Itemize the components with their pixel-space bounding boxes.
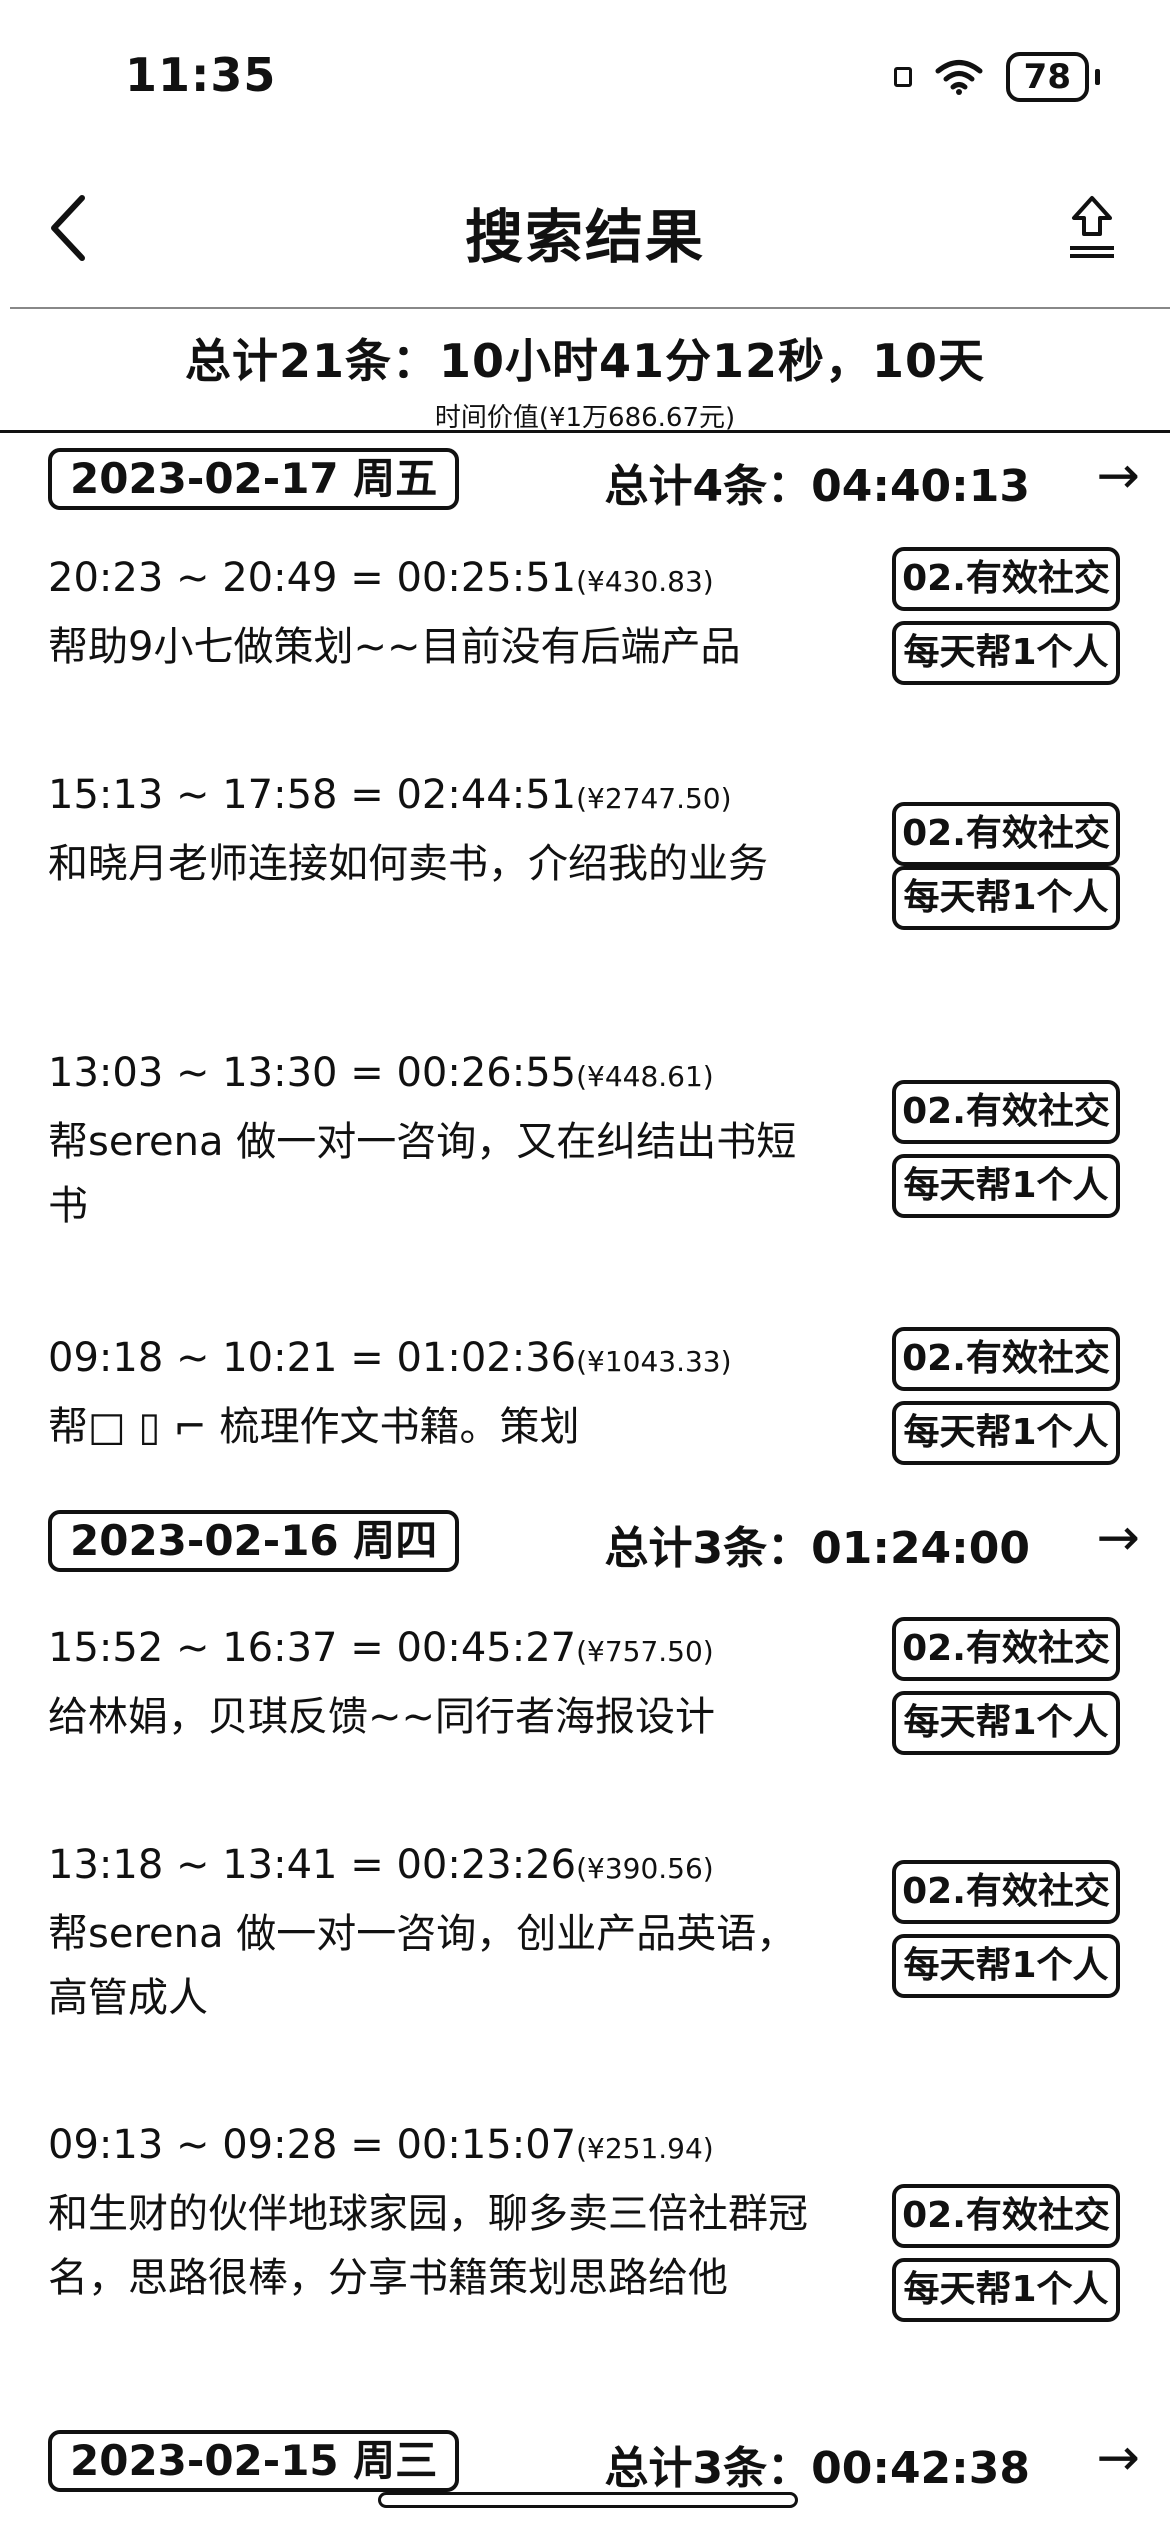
date-total: 总计3条：01:24:00 <box>604 1523 1031 1574</box>
cellular-icon <box>893 67 912 87</box>
list-item[interactable]: 09:18 ~ 10:21 = 01:02:36(¥1043.33) 帮□ ▯ … <box>0 1327 1170 1485</box>
entry-time: 13:03 ~ 13:30 = 00:26:55(¥448.61) <box>48 1050 714 1096</box>
goal-tag[interactable]: 每天帮1个人 <box>892 866 1120 930</box>
summary-value: 时间价值(¥1万686.67元) <box>434 403 736 433</box>
entry-duration: 09:13 ~ 09:28 = 00:15:07 <box>48 2122 577 2168</box>
entry-time: 13:18 ~ 13:41 = 00:23:26(¥390.56) <box>48 1842 714 1888</box>
entry-description: 给林娟，贝琪反馈~~同行者海报设计 <box>48 1694 716 1740</box>
nav-bar: 搜索结果 <box>0 170 1170 290</box>
entry-cost: (¥2747.50) <box>576 782 732 815</box>
entry-time: 20:23 ~ 20:49 = 00:25:51(¥430.83) <box>48 555 714 601</box>
date-total: 总计3条：00:42:38 <box>604 2443 1031 2494</box>
entry-cost: (¥1043.33) <box>576 1345 732 1378</box>
category-tag[interactable]: 02.有效社交 <box>892 1617 1120 1681</box>
entry-cost: (¥430.83) <box>576 565 714 598</box>
arrow-right-icon[interactable]: → <box>1096 448 1140 504</box>
status-time: 11:35 <box>125 48 277 102</box>
arrow-right-icon[interactable]: → <box>1096 2430 1140 2486</box>
goal-tag[interactable]: 每天帮1个人 <box>892 1154 1120 1218</box>
entry-description: 帮□ ▯ ⌐ 梳理作文书籍。策划 <box>48 1404 580 1450</box>
battery-icon: 78 <box>1005 52 1089 102</box>
entry-description: 和晓月老师连接如何卖书，介绍我的业务 <box>48 841 768 887</box>
entry-time: 09:18 ~ 10:21 = 01:02:36(¥1043.33) <box>48 1335 732 1381</box>
list-item[interactable]: 15:52 ~ 16:37 = 00:45:27(¥757.50) 给林娟，贝琪… <box>0 1617 1170 1775</box>
goal-tag[interactable]: 每天帮1个人 <box>892 1691 1120 1755</box>
share-icon[interactable] <box>1062 190 1122 262</box>
date-header[interactable]: 2023-02-17 周五 总计4条：04:40:13 → <box>0 440 1170 512</box>
entry-description: 和生财的伙伴地球家园，聊多卖三倍社群冠名，思路很棒，分享书籍策划思路给他 <box>48 2191 808 2301</box>
page-title: 搜索结果 <box>464 203 705 271</box>
goal-tag[interactable]: 每天帮1个人 <box>892 621 1120 685</box>
date-header[interactable]: 2023-02-15 周三 总计3条：00:42:38 → <box>0 2422 1170 2494</box>
list-item[interactable]: 13:18 ~ 13:41 = 00:23:26(¥390.56) 帮seren… <box>0 1842 1170 2042</box>
date-total: 总计4条：04:40:13 <box>604 461 1031 512</box>
nav-divider <box>10 307 1170 309</box>
category-tag[interactable]: 02.有效社交 <box>892 802 1120 866</box>
category-tag[interactable]: 02.有效社交 <box>892 1080 1120 1144</box>
entry-description: 帮助9小七做策划~~目前没有后端产品 <box>48 624 741 670</box>
battery-nub <box>1095 69 1100 85</box>
entry-duration: 20:23 ~ 20:49 = 00:25:51 <box>48 555 577 601</box>
goal-tag[interactable]: 每天帮1个人 <box>892 1401 1120 1465</box>
entry-duration: 15:13 ~ 17:58 = 02:44:51 <box>48 772 577 818</box>
category-tag[interactable]: 02.有效社交 <box>892 1860 1120 1924</box>
list-item[interactable]: 13:03 ~ 13:30 = 00:26:55(¥448.61) 帮seren… <box>0 1050 1170 1250</box>
list-item[interactable]: 09:13 ~ 09:28 = 00:15:07(¥251.94) 和生财的伙伴… <box>0 2122 1170 2402</box>
entry-duration: 09:18 ~ 10:21 = 01:02:36 <box>48 1335 577 1381</box>
entry-cost: (¥390.56) <box>576 1852 714 1885</box>
category-tag[interactable]: 02.有效社交 <box>892 1327 1120 1391</box>
search-summary: 总计21条：10小时41分12秒，10天 时间价值(¥1万686.67元) <box>0 325 1170 434</box>
status-bar: 11:35 78 <box>0 0 1170 150</box>
summary-total: 总计21条：10小时41分12秒，10天 <box>184 334 986 388</box>
entry-cost: (¥448.61) <box>576 1060 714 1093</box>
goal-tag[interactable]: 每天帮1个人 <box>892 2258 1120 2322</box>
entry-duration: 13:18 ~ 13:41 = 00:23:26 <box>48 1842 577 1888</box>
entry-time: 15:13 ~ 17:58 = 02:44:51(¥2747.50) <box>48 772 732 818</box>
list-item[interactable]: 20:23 ~ 20:49 = 00:25:51(¥430.83) 帮助9小七做… <box>0 547 1170 705</box>
date-badge: 2023-02-15 周三 <box>48 2430 460 2492</box>
category-tag[interactable]: 02.有效社交 <box>892 2184 1120 2248</box>
goal-tag[interactable]: 每天帮1个人 <box>892 1934 1120 1998</box>
date-badge: 2023-02-17 周五 <box>48 448 460 510</box>
entry-duration: 13:03 ~ 13:30 = 00:26:55 <box>48 1050 577 1096</box>
entry-duration: 15:52 ~ 16:37 = 00:45:27 <box>48 1625 577 1671</box>
list-item[interactable]: 15:13 ~ 17:58 = 02:44:51(¥2747.50) 和晓月老师… <box>0 772 1170 972</box>
date-badge: 2023-02-16 周四 <box>48 1510 460 1572</box>
wifi-icon <box>935 60 983 95</box>
entry-time: 09:13 ~ 09:28 = 00:15:07(¥251.94) <box>48 2122 714 2168</box>
entry-cost: (¥757.50) <box>576 1635 714 1668</box>
entry-description: 帮serena 做一对一咨询，创业产品英语，高管成人 <box>48 1911 797 2021</box>
status-icons: 78 <box>893 52 1100 102</box>
home-indicator[interactable] <box>378 2492 798 2508</box>
summary-divider <box>0 430 1170 433</box>
date-header[interactable]: 2023-02-16 周四 总计3条：01:24:00 → <box>0 1502 1170 1574</box>
entry-cost: (¥251.94) <box>576 2132 714 2165</box>
category-tag[interactable]: 02.有效社交 <box>892 547 1120 611</box>
arrow-right-icon[interactable]: → <box>1096 1510 1140 1566</box>
entry-description: 帮serena 做一对一咨询，又在纠结出书短书 <box>48 1119 797 1229</box>
entry-time: 15:52 ~ 16:37 = 00:45:27(¥757.50) <box>48 1625 714 1671</box>
